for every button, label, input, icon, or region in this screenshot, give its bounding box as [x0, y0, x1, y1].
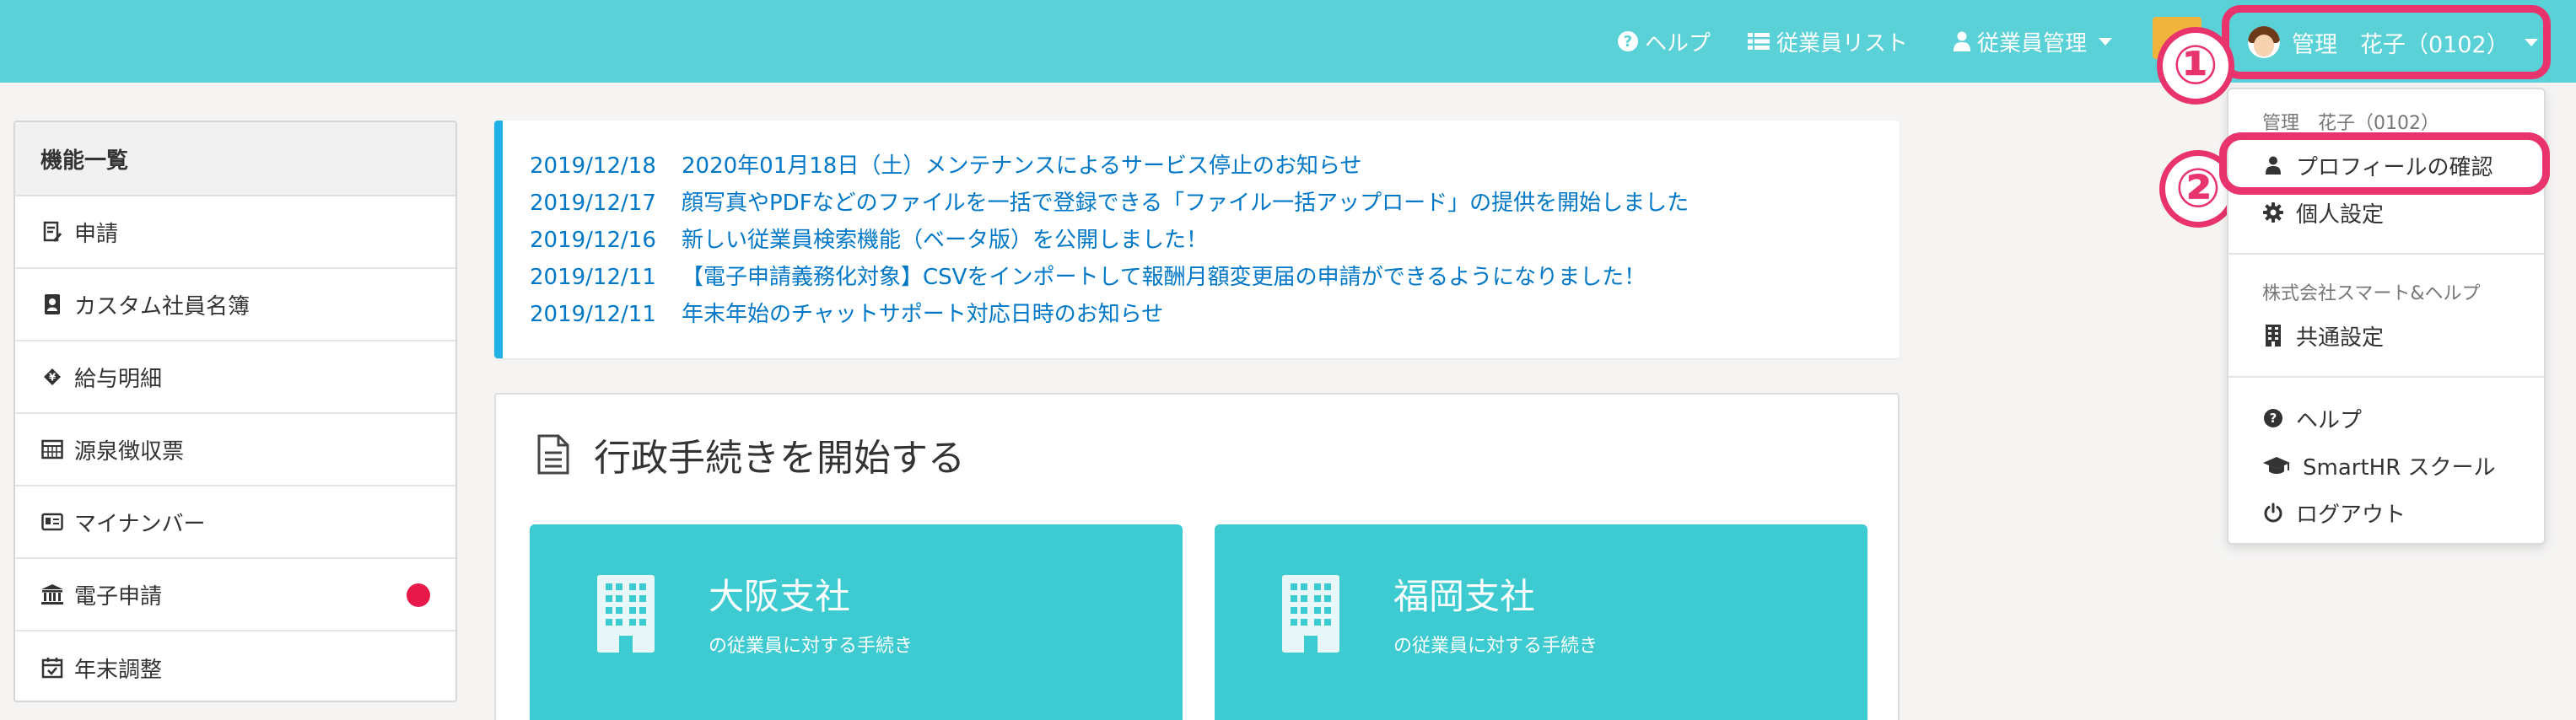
news-text: 2020年01月18日（土）メンテナンスによるサービス停止のお知らせ — [682, 153, 1362, 179]
calendar-check-icon — [40, 656, 64, 680]
procedures-heading: 行政手続きを開始する — [536, 427, 965, 482]
sidebar-item-year-end-adjustment[interactable]: 年末調整 — [15, 631, 455, 701]
sidebar-item-label: カスタム社員名簿 — [74, 293, 251, 320]
office-building-icon — [594, 575, 658, 659]
personal-settings-menu-item[interactable]: 個人設定 — [2262, 194, 2384, 231]
common-settings-label: 共通設定 — [2296, 325, 2385, 351]
announcements-box: 2019/12/18 2020年01月18日（土）メンテナンスによるサービス停止の… — [494, 121, 1900, 358]
nav-employee-management-dropdown[interactable]: 従業員管理 — [1954, 0, 2113, 83]
nav-employee-management-label: 従業員管理 — [1977, 30, 2088, 56]
id-card-icon — [40, 510, 64, 534]
user-icon — [1954, 31, 1970, 51]
contact-book-icon — [40, 293, 64, 316]
help-menu-item[interactable]: ? ヘルプ — [2262, 400, 2362, 437]
user-menu-toggle[interactable]: 管理 花子（0102） — [2222, 5, 2551, 79]
sidebar-item-label: 申請 — [74, 221, 119, 247]
dropdown-divider — [2228, 376, 2544, 378]
notification-badge — [407, 583, 430, 607]
sidebar-item-label: 給与明細 — [74, 366, 163, 392]
sidebar-item-withholding-slip[interactable]: 源泉徴収票 — [15, 414, 455, 486]
profile-highlight-outline — [2219, 132, 2550, 195]
office-subtitle: の従業員に対する手続き — [1393, 636, 1598, 657]
dropdown-user-caption: 管理 花子（0102） — [2262, 113, 2439, 134]
user-name-label: 管理 花子（0102） — [2292, 31, 2509, 58]
personal-settings-label: 個人設定 — [2296, 201, 2385, 228]
sidebar-item-my-number[interactable]: マイナンバー — [15, 486, 455, 559]
common-settings-menu-item[interactable]: 共通設定 — [2262, 317, 2384, 354]
smarthr-school-label: SmartHR スクール — [2303, 454, 2496, 481]
news-text: 顔写真やPDFなどのファイルを一括で登録できる「ファイル一括アップロード」の提供… — [682, 191, 1689, 216]
nav-employee-list-label: 従業員リスト — [1776, 30, 1909, 56]
sidebar-item-label: マイナンバー — [74, 511, 206, 537]
caret-down-icon — [2099, 37, 2113, 46]
nav-help-label: ヘルプ — [1645, 30, 1711, 56]
feature-sidebar: 機能一覧 申請 カスタム社員名簿 ¥ 給与明細 源泉徴収票 マイナンバー 電子申… — [13, 121, 457, 702]
news-text: 年末年始のチャットサポート対応日時のお知らせ — [682, 302, 1164, 327]
sidebar-title: 機能一覧 — [15, 122, 455, 196]
yen-coin-icon: ¥ — [40, 365, 64, 389]
sidebar-item-label: 年末調整 — [74, 657, 163, 683]
step-1-badge: ① — [2157, 27, 2234, 105]
graduation-cap-icon — [2262, 454, 2291, 476]
svg-text:¥: ¥ — [49, 372, 57, 384]
news-date: 2019/12/17 — [530, 191, 656, 216]
procedures-panel: 行政手続きを開始する 大阪支社 の従業員に対する手続き 福岡支社 の従業員に対す… — [494, 393, 1900, 720]
news-date: 2019/12/11 — [530, 302, 656, 327]
document-icon — [536, 434, 570, 475]
calculator-icon — [40, 438, 64, 461]
sidebar-item-application[interactable]: 申請 — [15, 196, 455, 269]
news-item[interactable]: 2019/12/16 新しい従業員検索機能（ベータ版）を公開しました！ — [530, 222, 1900, 259]
office-name: 福岡支社 — [1393, 576, 1536, 617]
news-date: 2019/12/16 — [530, 228, 656, 253]
office-name: 大阪支社 — [709, 576, 851, 617]
nav-help-link[interactable]: ? ヘルプ — [1618, 0, 1711, 83]
sidebar-item-payslip[interactable]: ¥ 給与明細 — [15, 341, 455, 414]
dropdown-divider — [2228, 253, 2544, 255]
user-avatar — [2248, 26, 2280, 58]
office-building-icon — [1279, 575, 1343, 659]
building-icon — [2262, 325, 2284, 347]
sidebar-item-custom-roster[interactable]: カスタム社員名簿 — [15, 269, 455, 341]
procedures-title: 行政手続きを開始する — [594, 437, 965, 480]
caret-down-icon — [2524, 38, 2538, 46]
svg-text:?: ? — [2270, 411, 2277, 426]
gear-icon — [2262, 201, 2284, 223]
government-building-icon — [40, 583, 64, 606]
office-card-fukuoka[interactable]: 福岡支社 の従業員に対する手続き — [1215, 524, 1867, 720]
office-subtitle: の従業員に対する手続き — [709, 636, 913, 657]
dropdown-company-caption: 株式会社スマート&ヘルプ — [2262, 283, 2481, 304]
news-text: 【電子申請義務化対象】CSVをインポートして報酬月額変更届の申請ができるようにな… — [682, 265, 1646, 290]
power-icon — [2262, 502, 2284, 524]
nav-employee-list-link[interactable]: 従業員リスト — [1748, 0, 1908, 83]
question-circle-icon: ? — [2262, 407, 2284, 429]
sidebar-item-label: 源泉徴収票 — [74, 438, 185, 465]
news-item[interactable]: 2019/12/11 年末年始のチャットサポート対応日時のお知らせ — [530, 296, 1900, 333]
question-circle-icon: ? — [1618, 31, 1638, 51]
news-date: 2019/12/18 — [530, 153, 656, 179]
news-item[interactable]: 2019/12/11 【電子申請義務化対象】CSVをインポートして報酬月額変更届の… — [530, 259, 1900, 296]
news-item[interactable]: 2019/12/17 顔写真やPDFなどのファイルを一括で登録できる「ファイル一括… — [530, 185, 1900, 222]
news-item[interactable]: 2019/12/18 2020年01月18日（土）メンテナンスによるサービス停止の… — [530, 148, 1900, 185]
help-menu-label: ヘルプ — [2296, 407, 2363, 433]
sidebar-item-e-application[interactable]: 電子申請 — [15, 559, 455, 631]
sidebar-item-label: 電子申請 — [74, 583, 163, 610]
list-icon — [1748, 32, 1770, 51]
office-card-osaka[interactable]: 大阪支社 の従業員に対する手続き — [530, 524, 1183, 720]
logout-label: ログアウト — [2296, 502, 2406, 528]
form-icon — [40, 220, 64, 244]
logout-menu-item[interactable]: ログアウト — [2262, 494, 2406, 531]
smarthr-school-menu-item[interactable]: SmartHR スクール — [2262, 447, 2496, 484]
news-text: 新しい従業員検索機能（ベータ版）を公開しました！ — [682, 228, 1209, 253]
news-date: 2019/12/11 — [530, 265, 656, 290]
